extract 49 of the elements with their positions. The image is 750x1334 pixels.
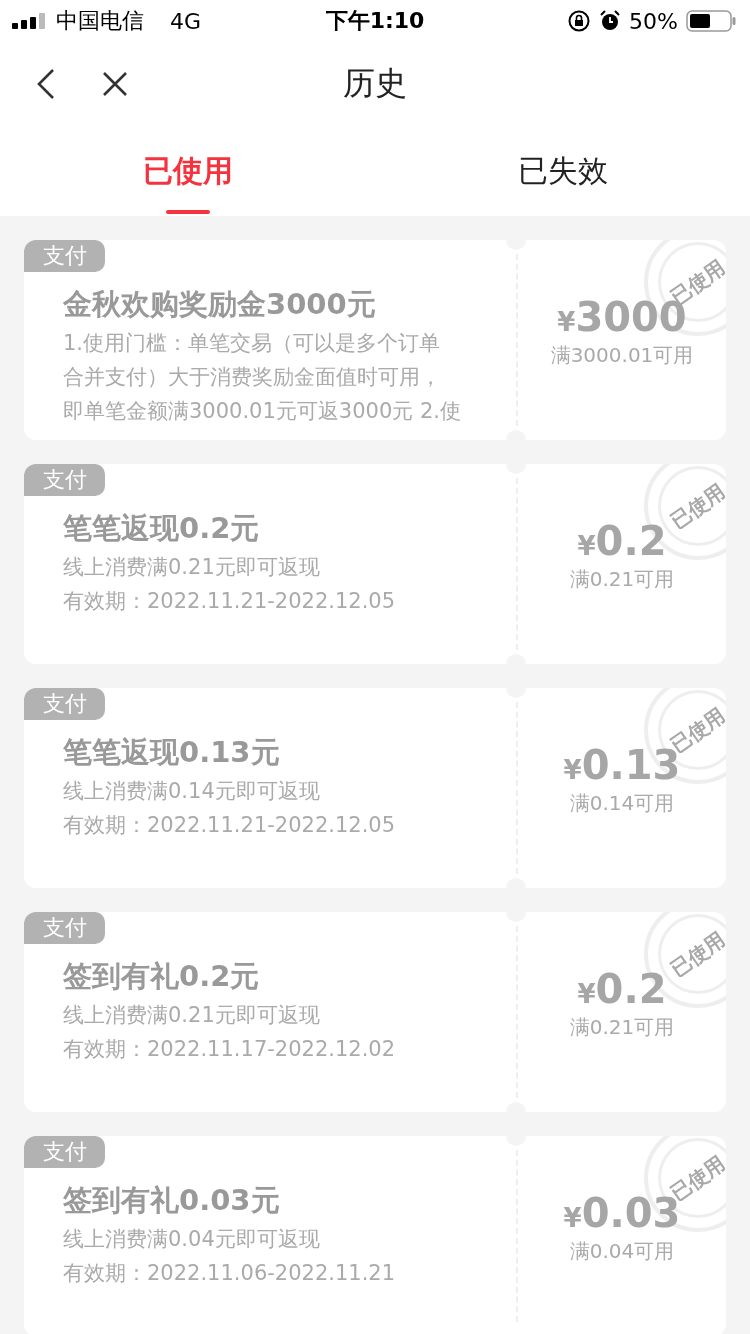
alarm-icon [599,10,622,32]
coupon-description: 线上消费满0.21元即可返现 [63,554,321,581]
network-type: 4G [170,8,202,34]
tab[interactable]: 已失效 [375,126,750,216]
coupon-title: 金秋欢购奖励金3000元 [63,286,377,323]
coupon-title: 签到有礼0.2元 [63,958,261,995]
battery-percent: 50% [629,8,678,34]
coupon-card[interactable]: 支付 签到有礼0.2元 线上消费满0.21元即可返现 有效期：2022.11.17-2022.12.02 ¥0.2 满0.21可用 已使用 [24,912,726,1112]
clock-time: 下午1:10 [324,7,426,35]
usage-condition: 满3000.01可用 [550,341,694,369]
coupon-tag: 支付 [24,240,105,272]
usage-condition: 满0.04可用 [569,1237,675,1265]
coupon-card[interactable]: 支付 笔笔返现0.2元 线上消费满0.21元即可返现 有效期：2022.11.21-2022.12.05 ¥0.2 满0.21可用 已使用 [24,464,726,664]
coupon-card[interactable]: 支付 金秋欢购奖励金3000元 1.使用门槛：单笔交易（可以是多个订单 合并支付）大于消费奖励金面值时可用， 即单笔金额满3000.01元可返3000元 2.使 ¥3000 满3000.01可用 已使用 [24,240,726,440]
back-icon[interactable] [36,68,56,100]
usage-condition: 满0.21可用 [569,1013,675,1041]
coupon-card[interactable]: 支付 签到有礼0.03元 线上消费满0.04元即可返现 有效期：2022.11.06-2022.11.21 ¥0.03 满0.04可用 已使用 [24,1136,726,1334]
coupon-tag: 支付 [24,464,105,496]
coupon-description: 即单笔金额满3000.01元可返3000元 2.使 [63,398,462,425]
currency-sign: ¥ [563,754,582,785]
coupon-description: 合并支付）大于消费奖励金面值时可用， [63,364,442,391]
coupon-description: 1.使用门槛：单笔交易（可以是多个订单 [63,330,442,357]
battery-icon [686,10,736,32]
coupon-title: 笔笔返现0.2元 [63,510,261,547]
page-title: 历史 [342,63,408,104]
currency-sign: ¥ [577,978,596,1009]
currency-sign: ¥ [557,306,576,337]
coupon-description: 有效期：2022.11.17-2022.12.02 [63,1036,397,1063]
coupon-description: 线上消费满0.21元即可返现 [63,1002,321,1029]
coupon-tag: 支付 [24,912,105,944]
signal-icon [12,13,48,29]
coupon-description: 有效期：2022.11.21-2022.12.05 [63,588,397,615]
coupon-tag: 支付 [24,688,105,720]
coupon-description: 有效期：2022.11.21-2022.12.05 [63,812,397,839]
close-icon[interactable] [102,71,128,97]
coupon-title: 签到有礼0.03元 [63,1182,281,1219]
carrier-name: 中国电信 [56,7,144,35]
currency-sign: ¥ [577,530,596,561]
usage-condition: 满0.21可用 [569,565,675,593]
coupon-title: 笔笔返现0.13元 [63,734,281,771]
coupon-description: 线上消费满0.14元即可返现 [63,778,321,805]
coupon-description: 有效期：2022.11.06-2022.11.21 [63,1260,397,1287]
currency-sign: ¥ [563,1202,582,1233]
rotation-lock-icon [567,9,592,33]
coupon-description: 线上消费满0.04元即可返现 [63,1226,321,1253]
usage-condition: 满0.14可用 [569,789,675,817]
coupon-card[interactable]: 支付 笔笔返现0.13元 线上消费满0.14元即可返现 有效期：2022.11.21-2022.12.05 ¥0.13 满0.14可用 已使用 [24,688,726,888]
tab[interactable]: 已使用 [0,126,375,216]
coupon-tag: 支付 [24,1136,105,1168]
